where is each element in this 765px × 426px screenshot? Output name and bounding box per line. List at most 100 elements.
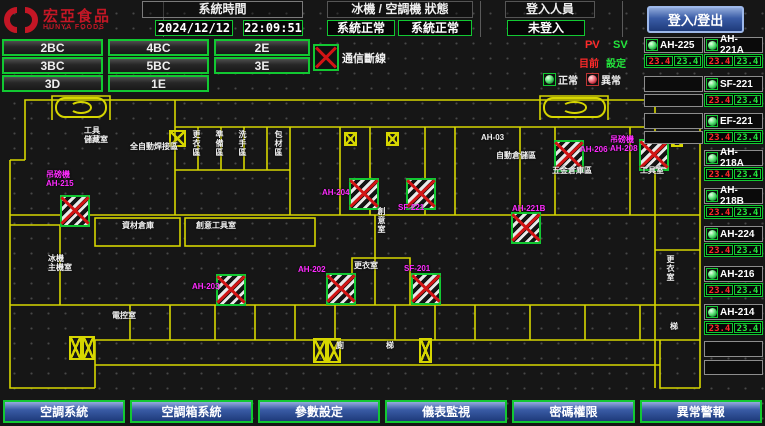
unit-name-box[interactable]: AH-221A [704,37,763,53]
abnormal-label: 異常 [601,72,621,87]
pv-cn-label: 目前 [579,55,599,70]
footer-nav-button[interactable]: 空調箱系統 [130,400,252,423]
unit-display: EF-221 23.4 23.4 [704,113,763,144]
pv-value: 23.4 [706,285,733,295]
unit-name: AH-224 [720,229,754,240]
unit-name-box[interactable]: AH-224 [704,226,763,242]
footer-nav-button[interactable]: 密碼權限 [512,400,634,423]
sv-value: 23.4 [734,323,761,333]
pv-value: 23.4 [706,207,733,217]
unit-status-lamp-icon [706,268,718,280]
floor-button[interactable]: 5BC [108,57,209,74]
unit-display: AH-218B 23.4 23.4 [704,188,763,219]
room-label: 吊磅機 AH-215 [46,170,74,188]
pv-value: 23.4 [706,245,733,255]
sv-label: SV [613,39,628,51]
logo-title: 宏亞食品 [43,9,111,24]
room-label: 工具室 [640,166,664,175]
room-label: 吊磅機 AH-208 [610,135,638,153]
footer-nav-button[interactable]: 空調系統 [3,400,125,423]
hmi-screen: 工具 儲藏室全自動焊接區更衣區準備區洗手區包材區AH-03自動倉儲區五金倉庫區工… [0,0,765,426]
divider [480,1,481,37]
floor-button-grid: 2BC 4BC 2E 3BC 5BC 3E 3D 1E [2,39,310,92]
unit-name-box[interactable]: AH-214 [704,304,763,320]
login-logout-button[interactable]: 登入/登出 [647,6,744,33]
room-label: AH-204 [322,188,350,197]
pv-value: 23.4 [706,95,733,105]
unit-status-lamp-icon [706,78,718,90]
hunya-logo-icon [3,6,39,34]
unit-values: 23.4 23.4 [704,283,763,297]
pv-value: 23.4 [706,169,733,179]
floor-button[interactable]: 1E [108,75,209,92]
room-label: 洗手區 [238,130,247,157]
unit-values: 23.4 23.4 [704,321,763,335]
empty-display-slot [644,76,703,92]
sv-value: 23.4 [734,56,761,66]
unit-display: AH-221A 23.4 23.4 [704,37,763,68]
unit-name-box[interactable]: SF-221 [704,76,763,92]
pv-value: 23.4 [706,132,733,142]
unit-name-box[interactable]: AH-216 [704,266,763,282]
room-label: AH-221B [512,204,545,213]
floor-button[interactable]: 3BC [2,57,103,74]
chiller-status-value: 系統正常 [327,20,395,36]
logo-subtitle: HUNYA FOODS [43,24,111,31]
unit-status-lamp-icon [706,228,718,240]
unit-display: AH-216 23.4 23.4 [704,266,763,297]
footer-nav-button[interactable]: 參數設定 [258,400,380,423]
room-label: 更衣室 [354,261,378,270]
unit-values: 23.4 23.4 [704,54,763,68]
unit-values: 23.4 23.4 [704,243,763,257]
sv-value: 23.4 [734,95,761,105]
unit-name-box[interactable]: AH-218A [704,150,763,166]
unit-name: AH-225 [660,40,694,51]
floor-button[interactable]: 3E [214,57,310,74]
sv-value: 23.4 [734,245,761,255]
unit-status-lamp-icon [706,39,718,51]
unit-name-box[interactable]: EF-221 [704,113,763,129]
room-label: 更衣區 [192,130,201,157]
footer-nav-button[interactable]: 異常警報 [640,400,762,423]
unit-status-lamp-icon [706,190,718,202]
unit-values: 23.4 23.4 [704,130,763,144]
ahu-status-value: 系統正常 [398,20,472,36]
unit-values: 23.4 23.4 [644,54,703,68]
unit-status-lamp-icon [706,306,718,318]
floor-button[interactable]: 2BC [2,39,103,56]
room-label: 五金倉庫區 [552,166,592,175]
system-date-value: 2024/12/12 [155,20,233,36]
room-label: SF-201 [404,264,430,273]
empty-display-slot [644,131,703,144]
system-time-value: 22:09:51 [243,20,303,36]
divider [622,1,623,37]
room-label: AH-202 [298,265,326,274]
login-user-value: 未登入 [507,20,585,36]
normal-legend: 正常 [543,72,578,87]
unit-name-box[interactable]: AH-225 [644,37,703,53]
unit-status-lamp-icon [646,39,658,51]
unit-name-box[interactable]: AH-218B [704,188,763,204]
unit-name: AH-214 [720,307,754,318]
room-label: 工具 儲藏室 [84,126,108,144]
normal-label: 正常 [558,72,578,87]
room-label: 廁 [336,341,344,350]
unit-name: AH-218A [720,147,761,169]
room-label: AH-203 [192,282,220,291]
sv-value: 23.4 [734,207,761,217]
unit-name: AH-218B [720,185,761,207]
unit-display: AH-224 23.4 23.4 [704,226,763,257]
unit-display: SF-221 23.4 23.4 [704,76,763,107]
room-label: 自動倉儲區 [496,151,536,160]
unit-name: SF-221 [720,79,753,90]
floor-button[interactable]: 2E [214,39,310,56]
room-label: 梯 [386,341,394,350]
footer-nav-button[interactable]: 儀表監視 [385,400,507,423]
unit-display: AH-225 23.4 23.4 [644,37,703,68]
floor-button[interactable]: 3D [2,75,103,92]
footer-button-bar: 空調系統空調箱系統參數設定儀表監視密碼權限異常警報 [0,399,765,424]
floor-button[interactable]: 4BC [108,39,209,56]
pv-value: 23.4 [646,56,673,66]
room-label: 更衣室 [666,255,675,282]
room-label: AH-206 [580,145,608,154]
